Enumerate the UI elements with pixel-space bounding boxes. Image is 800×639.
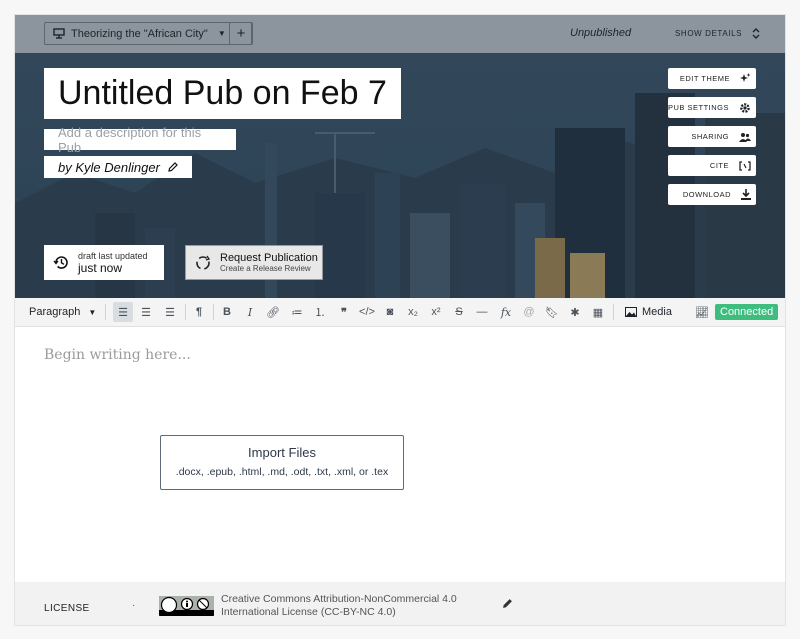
request-publication-button[interactable]: Request Publication Create a Release Rev… bbox=[185, 245, 323, 280]
bookmark-icon[interactable]: 🔖︎ bbox=[542, 302, 562, 322]
editor-area[interactable]: Begin writing here... Import Files .docx… bbox=[15, 327, 785, 582]
sharing-button[interactable]: SHARING bbox=[668, 126, 756, 147]
superscript-icon[interactable]: x² bbox=[426, 302, 446, 322]
editor-placeholder[interactable]: Begin writing here... bbox=[44, 347, 191, 363]
formula-icon[interactable]: fx bbox=[496, 302, 516, 322]
history-icon bbox=[53, 256, 68, 269]
strikethrough-icon[interactable]: S bbox=[449, 302, 469, 322]
edit-theme-button[interactable]: EDIT THEME bbox=[668, 68, 756, 89]
media-button[interactable]: Media bbox=[625, 306, 672, 318]
pub-settings-label: PUB SETTINGS bbox=[668, 103, 730, 112]
byline[interactable]: by Kyle Denlinger bbox=[44, 156, 192, 178]
top-bar: Theorizing the "African City" ▼ + Unpubl… bbox=[15, 15, 785, 53]
cc-by-nc-badge bbox=[159, 596, 214, 616]
brackets-icon bbox=[739, 160, 751, 171]
download-button[interactable]: DOWNLOAD bbox=[668, 184, 756, 205]
block-type-select[interactable]: Paragraph ▼ bbox=[29, 306, 96, 318]
request-title: Request Publication bbox=[220, 252, 318, 264]
pilcrow-icon[interactable]: ¶ bbox=[189, 302, 209, 322]
camera-icon[interactable]: ◙ bbox=[380, 302, 400, 322]
request-subtitle: Create a Release Review bbox=[220, 264, 311, 273]
connection-status: Connected bbox=[715, 304, 779, 320]
align-right-icon[interactable]: ☰ bbox=[160, 302, 180, 322]
numbered-list-icon[interactable]: ⒈ bbox=[310, 302, 330, 322]
pub-title[interactable]: Untitled Pub on Feb 7 bbox=[44, 68, 401, 119]
bullet-list-icon[interactable]: ≔ bbox=[287, 302, 307, 322]
license-footer: LICENSE · Creative Commons Attribution-N… bbox=[15, 582, 785, 625]
italic-icon[interactable]: I bbox=[240, 302, 260, 322]
pub-header: Untitled Pub on Feb 7 Add a description … bbox=[15, 53, 785, 298]
sharing-label: SHARING bbox=[691, 132, 729, 141]
code-icon[interactable]: </> bbox=[357, 302, 377, 322]
draft-time: just now bbox=[78, 260, 123, 275]
license-label: LICENSE bbox=[44, 603, 90, 614]
expand-icon bbox=[752, 28, 760, 39]
cite-button[interactable]: CITE bbox=[668, 155, 756, 176]
byline-text: by Kyle Denlinger bbox=[58, 159, 160, 175]
pub-settings-button[interactable]: PUB SETTINGS bbox=[668, 97, 756, 118]
caret-down-icon: ▼ bbox=[217, 29, 226, 38]
add-collection-button[interactable]: + bbox=[229, 22, 253, 45]
media-label: Media bbox=[642, 306, 672, 318]
cite-label: CITE bbox=[709, 161, 729, 170]
pencil-icon bbox=[168, 162, 178, 172]
align-left-icon[interactable]: ☰ bbox=[113, 302, 133, 322]
image-icon bbox=[625, 307, 637, 317]
chart-icon[interactable]: 📈︎ bbox=[692, 302, 712, 322]
description-field[interactable]: Add a description for this Pub bbox=[44, 125, 236, 155]
import-title: Import Files bbox=[248, 445, 316, 460]
collection-label: Theorizing the "African City" bbox=[71, 27, 208, 40]
presentation-icon bbox=[53, 28, 65, 39]
link-icon[interactable]: 🔗︎ bbox=[263, 302, 283, 322]
download-label: DOWNLOAD bbox=[682, 190, 731, 199]
gear-icon bbox=[740, 102, 750, 113]
sparkle-icon bbox=[740, 73, 751, 82]
people-icon bbox=[739, 132, 751, 142]
collection-button[interactable]: Theorizing the "African City" ▼ bbox=[44, 22, 252, 45]
cycle-icon bbox=[196, 255, 211, 270]
show-details-label: SHOW DETAILS bbox=[675, 29, 743, 38]
download-icon bbox=[741, 189, 751, 200]
import-files-button[interactable]: Import Files .docx, .epub, .html, .md, .… bbox=[160, 435, 404, 490]
subscript-icon[interactable]: x₂ bbox=[403, 302, 423, 322]
license-text[interactable]: Creative Commons Attribution-NonCommerci… bbox=[221, 593, 491, 619]
separator-dot: · bbox=[132, 600, 136, 611]
show-details-button[interactable]: SHOW DETAILS bbox=[675, 28, 760, 39]
edit-theme-label: EDIT THEME bbox=[679, 74, 730, 83]
mention-icon[interactable]: @ bbox=[519, 302, 539, 322]
draft-status[interactable]: draft last updated just now bbox=[44, 245, 164, 280]
import-file-types: .docx, .epub, .html, .md, .odt, .txt, .x… bbox=[175, 466, 389, 478]
bold-icon[interactable]: B bbox=[217, 302, 237, 322]
pub-editor-frame: Theorizing the "African City" ▼ + Unpubl… bbox=[15, 15, 785, 625]
publish-status: Unpublished bbox=[570, 27, 632, 39]
editor-toolbar: Paragraph ▼ ☰ ☰ ☰ ¶ B I 🔗︎ ≔ ⒈ ❞ </> ◙ x… bbox=[15, 298, 785, 327]
align-center-icon[interactable]: ☰ bbox=[136, 302, 156, 322]
blockquote-icon[interactable]: ❞ bbox=[334, 302, 354, 322]
block-type-label: Paragraph bbox=[29, 306, 81, 318]
asterisk-icon[interactable]: ✱ bbox=[565, 302, 585, 322]
horizontal-rule-icon[interactable]: — bbox=[472, 302, 492, 322]
pencil-icon[interactable] bbox=[502, 598, 513, 609]
caret-down-icon: ▼ bbox=[88, 307, 97, 317]
table-icon[interactable]: ▦ bbox=[588, 302, 608, 322]
draft-label: draft last updated bbox=[78, 250, 148, 261]
